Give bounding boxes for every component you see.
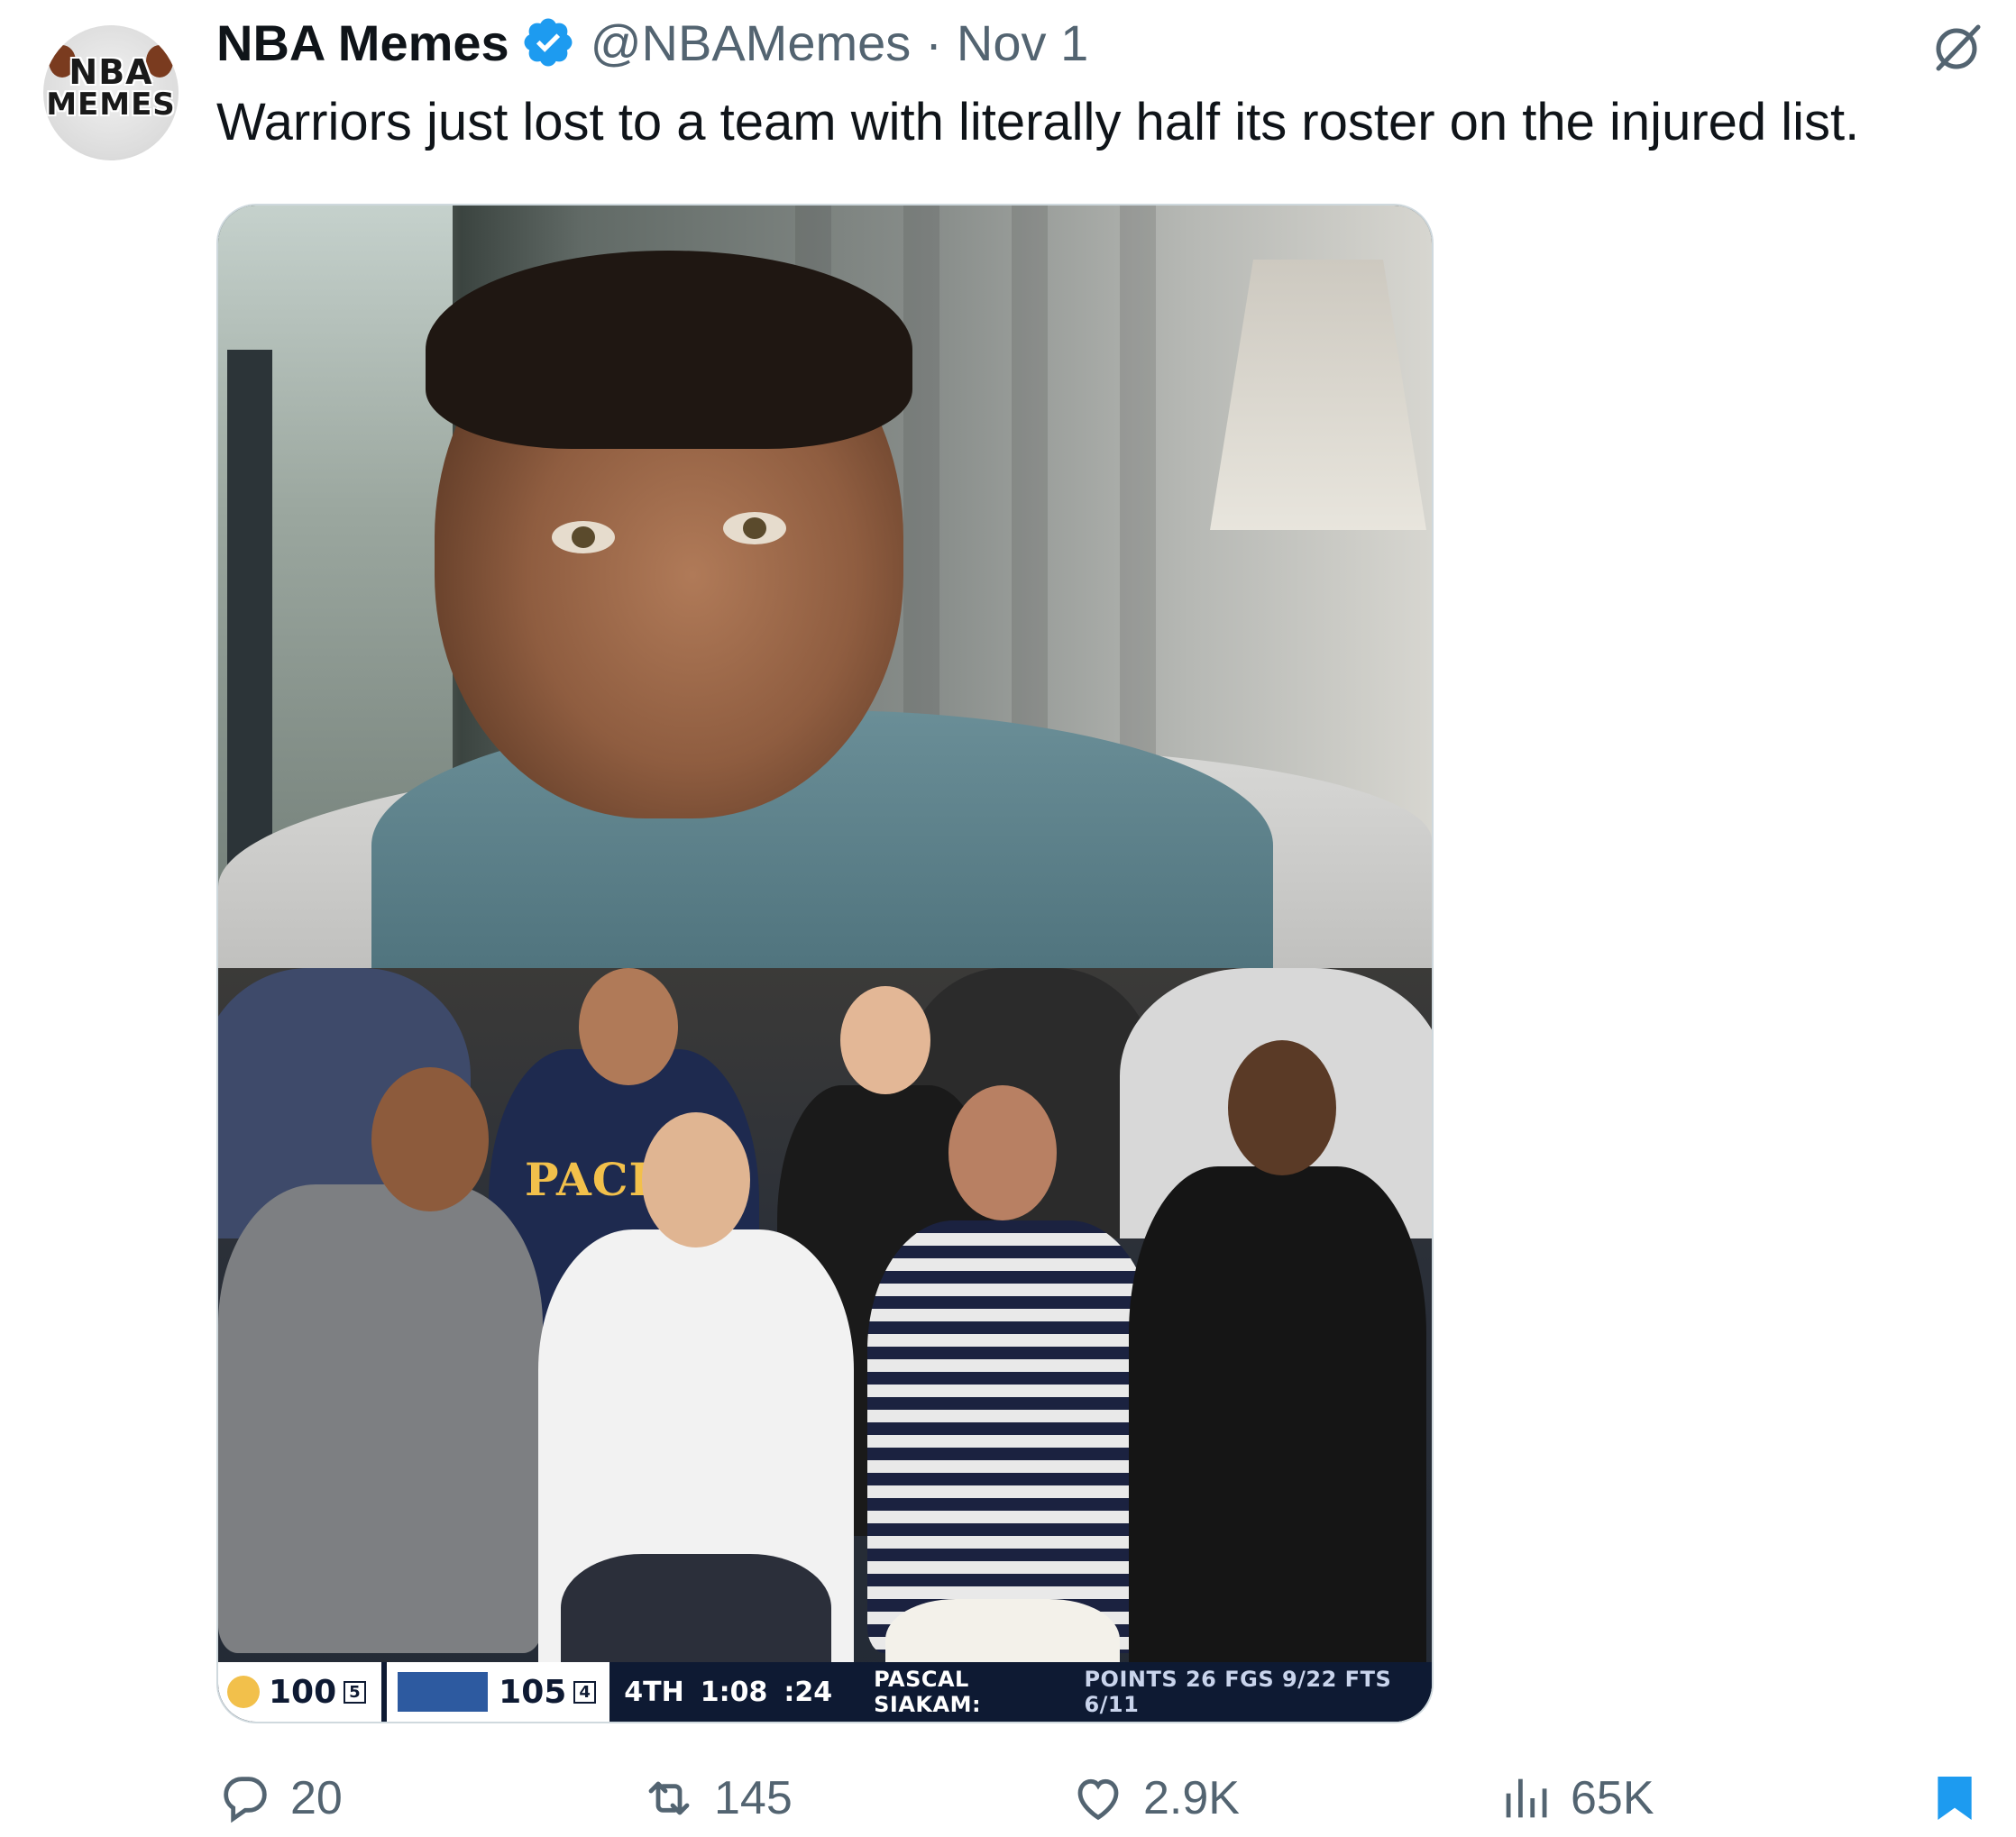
away-fouls: 4 (573, 1680, 596, 1704)
retweet-count: 145 (714, 1772, 793, 1824)
views-chart-icon (1506, 1778, 1547, 1818)
action-bar: 20 145 2.9K 65K (216, 1767, 1984, 1830)
bookmark-button[interactable] (1926, 1767, 1984, 1830)
heart-icon (1077, 1778, 1119, 1821)
avatar[interactable]: NBA MEMES (43, 25, 179, 160)
shot-clock: :24 (783, 1676, 833, 1708)
verified-badge-icon (524, 18, 573, 67)
home-fouls: 5 (344, 1680, 366, 1704)
tweet-media-image[interactable]: PACERS 100 5 105 4 4TH 1:08:24 PASCAL S… (216, 204, 1434, 1723)
views-count: 65K (1571, 1772, 1654, 1824)
player-head (948, 1085, 1057, 1220)
display-name[interactable]: NBA Memes (216, 14, 509, 72)
separator-dot: · (925, 14, 942, 71)
tweet-date[interactable]: Nov 1 (957, 14, 1088, 72)
person-eye-right (723, 512, 786, 544)
stat-player: PASCAL SIAKAM: (874, 1667, 982, 1717)
scorebar: 100 5 105 4 4TH 1:08 :24 PASCAL SIAKAM: … (218, 1662, 1432, 1722)
like-button[interactable]: 2.9K (1069, 1767, 1240, 1830)
player-grey-cardigan (218, 1184, 543, 1653)
game-clock: 1:08 (700, 1676, 768, 1708)
scorebar-stat: PASCAL SIAKAM: POINTS 26 FGS 9/22 FTS 6/… (874, 1662, 1432, 1722)
scorebar-clock: 4TH 1:08 :24 (624, 1662, 848, 1722)
photo-top (218, 206, 1432, 968)
player-head (840, 986, 930, 1094)
scorebar-away: 105 4 (387, 1662, 610, 1722)
grok-icon[interactable] (1929, 18, 1987, 76)
bookmark-icon (1938, 1777, 1972, 1820)
avatar-logo-line2: MEMES (46, 87, 176, 123)
pacers-logo-icon (227, 1676, 260, 1708)
reply-button[interactable]: 20 (216, 1767, 343, 1830)
person-eye-left (552, 521, 615, 553)
scorebar-home: 100 5 (218, 1662, 382, 1722)
person-hair (426, 251, 912, 449)
retweet-icon (648, 1781, 690, 1815)
views-button[interactable]: 65K (1497, 1767, 1654, 1830)
handle[interactable]: @NBAMemes (591, 14, 912, 72)
player-head (579, 968, 678, 1085)
period: 4TH (624, 1676, 684, 1708)
stat-values: POINTS 26 FGS 9/22 FTS 6/11 (1084, 1667, 1392, 1717)
like-count: 2.9K (1143, 1772, 1240, 1824)
player-head (642, 1112, 750, 1248)
player-striped-polo (867, 1220, 1156, 1653)
away-score: 105 (499, 1673, 567, 1711)
retweet-button[interactable]: 145 (640, 1767, 793, 1830)
reply-count: 20 (290, 1772, 343, 1824)
player-head (1228, 1040, 1336, 1175)
tweet: NBA MEMES NBA Memes @NBAMemes · Nov 1 Wa… (0, 0, 2016, 1837)
tweet-header: NBA Memes @NBAMemes · Nov 1 (216, 11, 1088, 74)
tweet-text: Warriors just lost to a team with litera… (216, 93, 1860, 151)
lamp-shade (1210, 260, 1426, 530)
mavericks-logo-icon (398, 1672, 489, 1712)
player-head (371, 1067, 489, 1211)
home-score: 100 (269, 1673, 337, 1711)
player-black-tracksuit (1129, 1166, 1426, 1722)
photo-bottom: PACERS 100 5 105 4 4TH 1:08:24 PASCAL S… (218, 968, 1432, 1722)
reply-icon (224, 1777, 267, 1823)
